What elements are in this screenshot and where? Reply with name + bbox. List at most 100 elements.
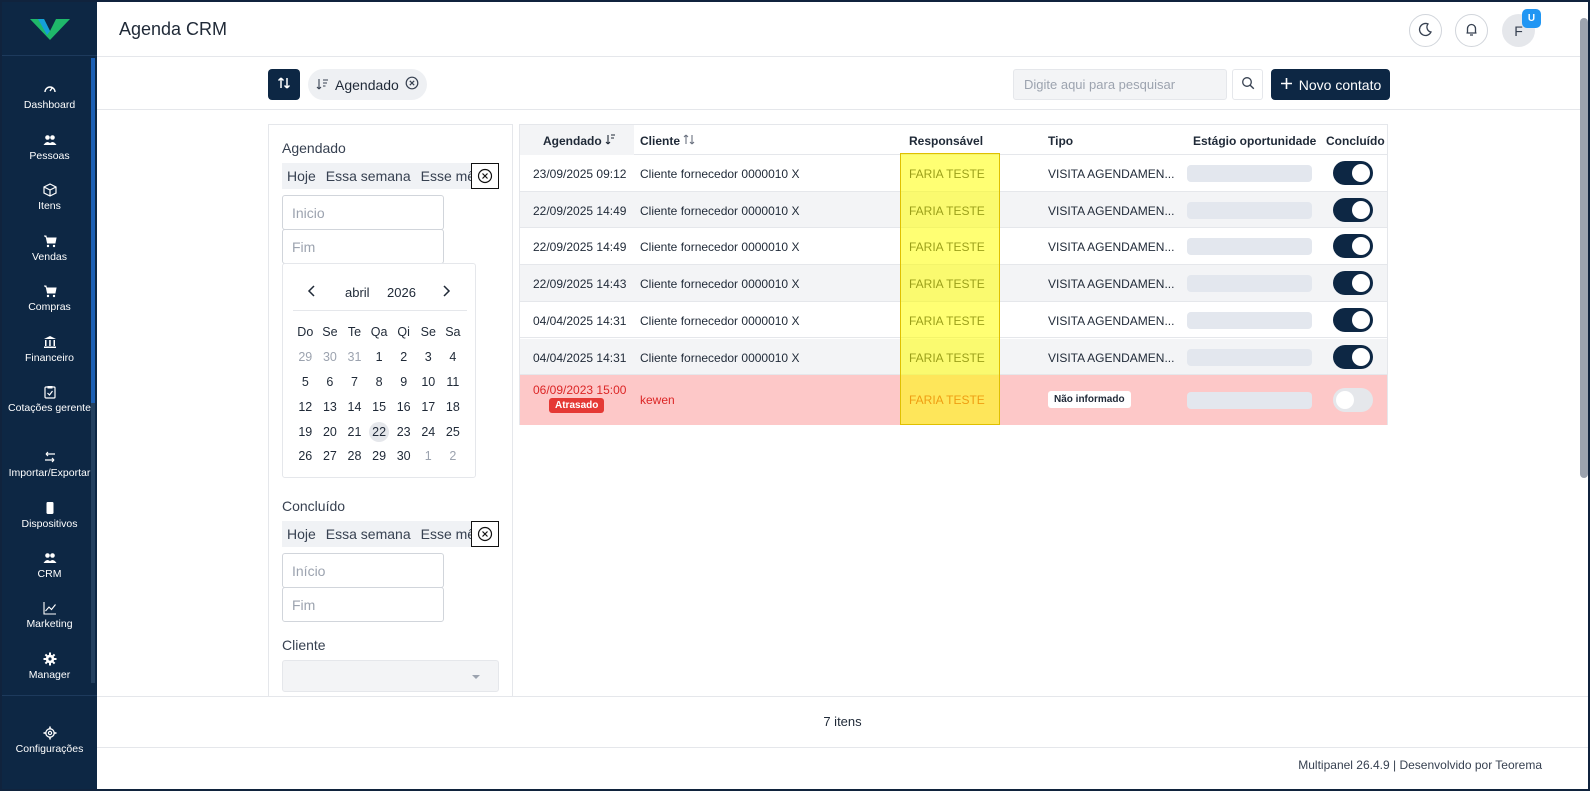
- sidebar-item-crm[interactable]: CRM: [2, 551, 97, 581]
- sidebar-item-manager[interactable]: Manager: [2, 652, 97, 682]
- calendar-day[interactable]: 26: [293, 446, 318, 466]
- calendar-day[interactable]: 30: [318, 347, 343, 367]
- clear-concluido-button[interactable]: [471, 521, 499, 547]
- calendar-day[interactable]: 2: [391, 347, 416, 367]
- calendar-year[interactable]: 2026: [387, 285, 416, 300]
- concluido-end-input[interactable]: [282, 587, 444, 622]
- calendar-day[interactable]: 16: [391, 397, 416, 417]
- calendar-day[interactable]: 5: [293, 372, 318, 392]
- calendar-day[interactable]: 20: [318, 422, 343, 442]
- calendar-day[interactable]: 2: [441, 446, 466, 466]
- calendar-day[interactable]: 7: [342, 372, 367, 392]
- concluido-toggle[interactable]: [1333, 307, 1373, 332]
- notifications-button[interactable]: [1455, 14, 1488, 47]
- dark-mode-button[interactable]: [1409, 14, 1442, 47]
- agendado-end-input[interactable]: [282, 229, 444, 264]
- cell-tipo: VISITA AGENDAMEN...: [1048, 277, 1175, 292]
- sidebar-item-compras[interactable]: Compras: [2, 284, 97, 314]
- quick-today[interactable]: Hoje: [282, 526, 321, 542]
- user-avatar[interactable]: F U: [1502, 9, 1541, 47]
- quick-week[interactable]: Essa semana: [321, 168, 416, 184]
- column-concluido[interactable]: Concluído: [1326, 134, 1385, 148]
- concluido-toggle[interactable]: [1333, 388, 1373, 413]
- sidebar-item-dispositivos[interactable]: Dispositivos: [2, 501, 97, 531]
- table-row[interactable]: 04/04/2025 14:31 Cliente fornecedor 0000…: [520, 338, 1387, 376]
- concluido-toggle[interactable]: [1333, 161, 1373, 185]
- page-scrollbar[interactable]: [1580, 18, 1588, 478]
- concluido-toggle[interactable]: [1333, 197, 1373, 222]
- concluido-toggle[interactable]: [1333, 234, 1373, 259]
- search-input[interactable]: [1013, 69, 1227, 100]
- chip-remove-icon[interactable]: [405, 76, 419, 93]
- calendar-day[interactable]: 4: [441, 347, 466, 367]
- column-agendado[interactable]: Agendado: [543, 134, 616, 148]
- cliente-select[interactable]: [282, 660, 499, 692]
- active-sort-chip[interactable]: Agendado: [308, 69, 427, 100]
- sidebar-item-configuracoes[interactable]: Configurações: [2, 726, 97, 756]
- calendar-day[interactable]: 30: [391, 446, 416, 466]
- table-row[interactable]: 04/04/2025 14:31 Cliente fornecedor 0000…: [520, 302, 1387, 339]
- calendar-day[interactable]: 25: [441, 422, 466, 442]
- column-responsavel[interactable]: Responsável: [909, 134, 983, 148]
- sidebar-scroll-track[interactable]: [91, 403, 95, 683]
- calendar-day-today[interactable]: 22: [369, 421, 390, 442]
- calendar-day[interactable]: 15: [367, 397, 392, 417]
- column-cliente[interactable]: Cliente: [640, 134, 695, 148]
- table-row[interactable]: 23/09/2025 09:12 Cliente fornecedor 0000…: [520, 155, 1387, 192]
- sidebar-item-marketing[interactable]: Marketing: [2, 601, 97, 631]
- table-row-late[interactable]: 06/09/2023 15:00 Atrasado kewen FARIA TE…: [520, 375, 1387, 426]
- search-button[interactable]: [1232, 69, 1263, 100]
- sidebar-item-pessoas[interactable]: Pessoas: [2, 133, 97, 163]
- sidebar-item-itens[interactable]: Itens: [2, 183, 97, 213]
- sidebar-item-vendas[interactable]: Vendas: [2, 234, 97, 264]
- calendar-day[interactable]: 17: [416, 397, 441, 417]
- people-icon: [43, 133, 57, 147]
- new-contact-button[interactable]: Novo contato: [1271, 69, 1390, 100]
- clear-agendado-button[interactable]: [471, 163, 499, 189]
- calendar-day[interactable]: 29: [293, 347, 318, 367]
- sidebar-item-importar-exportar[interactable]: Importar/Exportar: [2, 450, 97, 480]
- chevron-right-icon[interactable]: [441, 284, 451, 301]
- calendar-day[interactable]: 29: [367, 446, 392, 466]
- calendar-day[interactable]: 12: [293, 397, 318, 417]
- concluido-toggle[interactable]: [1333, 271, 1373, 296]
- calendar-day[interactable]: 18: [441, 397, 466, 417]
- sidebar-item-financeiro[interactable]: Financeiro: [2, 335, 97, 365]
- quick-today[interactable]: Hoje: [282, 168, 321, 184]
- column-estagio[interactable]: Estágio oportunidade: [1193, 134, 1316, 148]
- sidebar-item-dashboard[interactable]: Dashboard: [2, 82, 97, 112]
- concluido-toggle[interactable]: [1333, 344, 1373, 369]
- chevron-left-icon[interactable]: [307, 284, 317, 301]
- calendar-day[interactable]: 14: [342, 397, 367, 417]
- calendar-day[interactable]: 24: [416, 422, 441, 442]
- calendar-day[interactable]: 6: [318, 372, 343, 392]
- calendar-month[interactable]: abril: [345, 285, 370, 300]
- calendar-day[interactable]: 3: [416, 347, 441, 367]
- calendar-day[interactable]: 9: [391, 372, 416, 392]
- calendar-day[interactable]: 23: [391, 422, 416, 442]
- column-tipo[interactable]: Tipo: [1048, 134, 1073, 148]
- calendar-day[interactable]: 13: [318, 397, 343, 417]
- calendar-day[interactable]: 27: [318, 446, 343, 466]
- calendar-day[interactable]: 21: [342, 422, 367, 442]
- calendar-day[interactable]: 19: [293, 422, 318, 442]
- calendar-day[interactable]: 28: [342, 446, 367, 466]
- sort-button[interactable]: [268, 69, 300, 100]
- agendado-start-input[interactable]: [282, 195, 444, 230]
- sidebar-item-cotacoes-gerente[interactable]: Cotações gerente: [2, 385, 97, 415]
- brand-logo[interactable]: [2, 2, 97, 56]
- concluido-start-input[interactable]: [282, 553, 444, 588]
- sidebar-item-label: Compras: [28, 301, 71, 313]
- calendar-day[interactable]: 31: [342, 347, 367, 367]
- calendar-day[interactable]: 1: [367, 347, 392, 367]
- table-row[interactable]: 22/09/2025 14:49 Cliente fornecedor 0000…: [520, 228, 1387, 266]
- cart-icon: [43, 234, 57, 248]
- calendar-day[interactable]: 10: [416, 372, 441, 392]
- calendar-day[interactable]: 11: [441, 372, 466, 392]
- calendar-day[interactable]: 1: [416, 446, 441, 466]
- weekday-label: Se: [420, 325, 436, 340]
- table-row[interactable]: 22/09/2025 14:49 Cliente fornecedor 0000…: [520, 191, 1387, 229]
- table-row[interactable]: 22/09/2025 14:43 Cliente fornecedor 0000…: [520, 265, 1387, 302]
- calendar-day[interactable]: 8: [367, 372, 392, 392]
- quick-week[interactable]: Essa semana: [321, 526, 416, 542]
